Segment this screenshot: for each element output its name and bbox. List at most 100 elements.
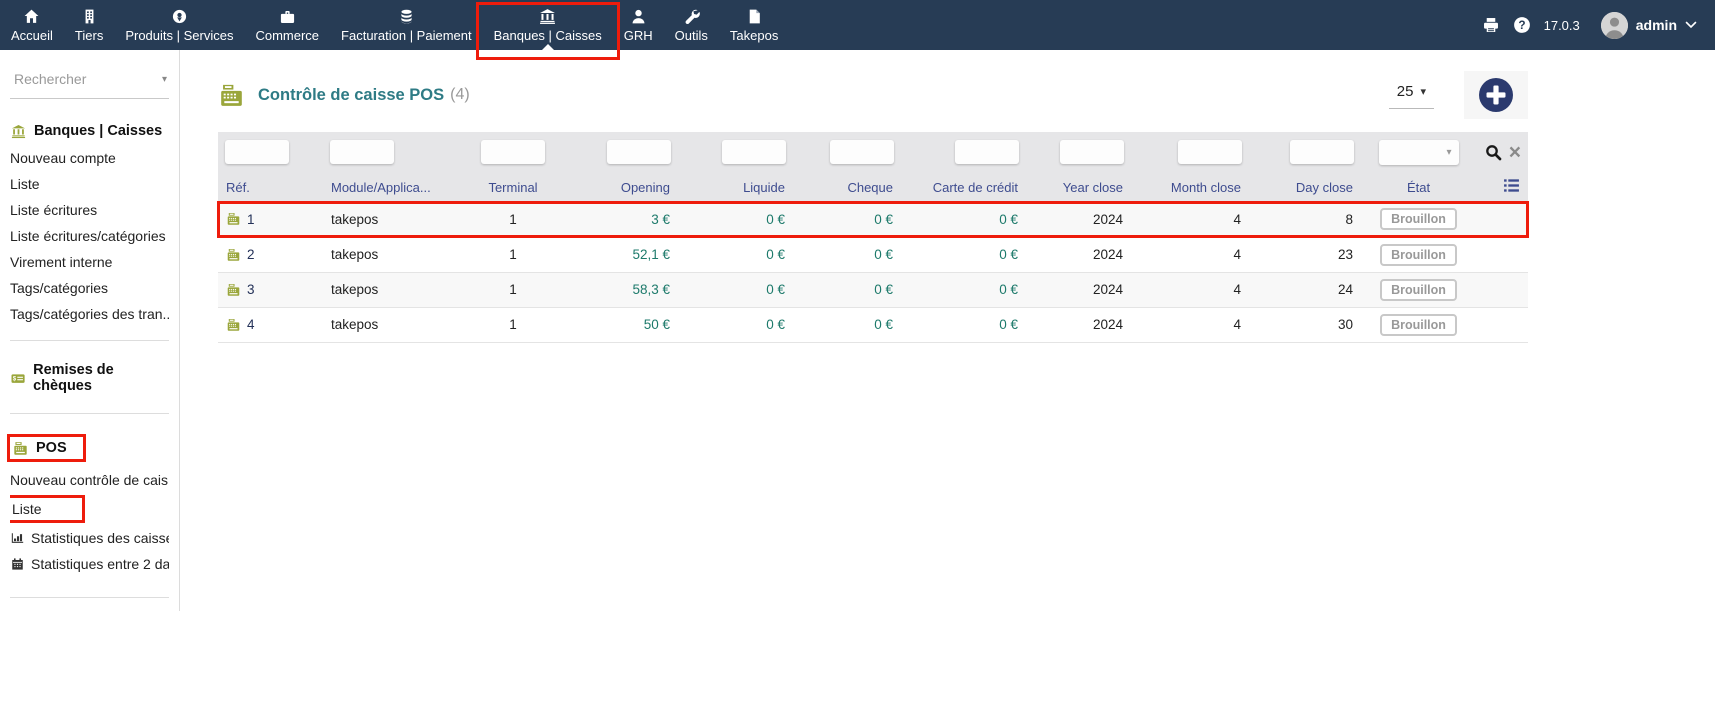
terminal-cell: 1 [463,202,563,237]
sidebar-item-statistiques-des-caisses[interactable]: Statistiques des caisses [10,525,169,551]
table-row[interactable]: 4 takepos 1 50 € 0 € 0 € 0 € 2024 4 30 B… [218,307,1528,342]
sidebar-item-nouveau-compte[interactable]: Nouveau compte [10,145,169,171]
sidebar-section-remises-de-cheques[interactable]: Remises de chèques [10,362,169,394]
nav-item-accueil[interactable]: Accueil [0,0,64,50]
help-icon[interactable] [1513,16,1531,34]
ref-link[interactable]: 2 [247,247,255,262]
sidebar-section-banques-caisses[interactable]: Banques | Caisses [10,123,162,139]
year-close-cell: 2024 [1026,307,1131,342]
sidebar-section-title: Remises de chèques [33,362,169,394]
filter-carte-input[interactable] [955,140,1019,164]
sidebar-item-nouveau-controle-de-caisse[interactable]: Nouveau contrôle de cais... [10,467,169,493]
filter-day-input[interactable] [1290,140,1354,164]
home-icon [22,8,41,25]
sidebar-divider [10,413,169,414]
filter-opening-input[interactable] [607,140,671,164]
add-record-button[interactable] [1464,71,1528,119]
cheque-cell: 0 € [793,307,901,342]
column-header-carte-de-credit[interactable]: Carte de crédit [901,172,1026,202]
sidebar-item-tags-categories-transactions[interactable]: Tags/catégories des tran... [10,301,169,327]
sidebar-divider [10,597,169,598]
nav-item-outils[interactable]: Outils [664,0,719,50]
nav-item-takepos[interactable]: Takepos [719,0,789,50]
sidebar-section-pos[interactable]: POS [10,437,83,459]
column-selector-icon[interactable] [1503,178,1520,193]
liquide-cell: 0 € [678,307,793,342]
chart-icon [10,531,25,545]
nav-item-commerce[interactable]: Commerce [244,0,330,50]
filter-etat-select[interactable]: ▾ [1379,140,1459,165]
terminal-cell: 1 [463,272,563,307]
clear-filters-icon[interactable]: × [1509,144,1521,161]
column-header-ref[interactable]: Réf. [218,172,323,202]
nav-item-facturation-paiement[interactable]: Facturation | Paiement [330,0,483,50]
printer-icon[interactable] [1482,16,1500,34]
search-input[interactable] [12,70,162,88]
sidebar: ▾ Banques | Caisses Nouveau compte Liste… [0,50,180,611]
opening-cell: 52,1 € [563,237,678,272]
ref-link[interactable]: 3 [247,282,255,297]
nav-item-tiers[interactable]: Tiers [64,0,114,50]
sidebar-item-liste-ecritures-categories[interactable]: Liste écritures/catégories [10,223,169,249]
page-size-select[interactable]: 25 ▾ [1389,81,1434,109]
sidebar-item-statistiques-entre-2-dates[interactable]: Statistiques entre 2 da... [10,551,169,577]
bank-icon [10,124,27,139]
carte-cell: 0 € [901,202,1026,237]
sidebar-item-tags-categories[interactable]: Tags/catégories [10,275,169,301]
filter-ref-input[interactable] [225,140,289,164]
nav-item-produits-services[interactable]: Produits | Services [114,0,244,50]
column-header-year-close[interactable]: Year close [1026,172,1131,202]
column-header-etat[interactable]: État [1361,172,1476,202]
nav-item-label: Takepos [730,28,778,43]
ref-link[interactable]: 1 [247,212,255,227]
nav-item-label: Tiers [75,28,103,43]
column-header-cheque[interactable]: Cheque [793,172,901,202]
filter-module-input[interactable] [330,140,394,164]
filter-cheque-input[interactable] [830,140,894,164]
month-close-cell: 4 [1131,237,1249,272]
record-count: (4) [450,86,470,104]
building-icon [80,8,99,25]
column-header-month-close[interactable]: Month close [1131,172,1249,202]
filter-terminal-input[interactable] [481,140,545,164]
ref-link[interactable]: 4 [247,317,255,332]
opening-cell: 58,3 € [563,272,678,307]
sidebar-item-liste-ecritures[interactable]: Liste écritures [10,197,169,223]
column-header-day-close[interactable]: Day close [1249,172,1361,202]
filter-liquide-input[interactable] [722,140,786,164]
column-header-opening[interactable]: Opening [563,172,678,202]
search-icon[interactable] [1485,144,1502,161]
plus-icon [1479,78,1513,112]
nav-right-tools: 17.0.3 admin [1482,0,1715,50]
terminal-cell: 1 [463,307,563,342]
filter-year-input[interactable] [1060,140,1124,164]
sidebar-item-virement-interne[interactable]: Virement interne [10,249,169,275]
sidebar-divider [10,340,169,341]
column-header-liquide[interactable]: Liquide [678,172,793,202]
table-row[interactable]: 2 takepos 1 52,1 € 0 € 0 € 0 € 2024 4 23… [218,237,1528,272]
column-header-terminal[interactable]: Terminal [463,172,563,202]
coins-icon [397,8,416,25]
module-cell: takepos [323,202,463,237]
module-cell: takepos [323,272,463,307]
table-row[interactable]: 1 takepos 1 3 € 0 € 0 € 0 € 2024 4 8 Bro… [218,202,1528,237]
sidebar-item-label: Nouveau contrôle de cais... [10,472,169,488]
sidebar-item-liste-pos[interactable]: Liste [10,493,169,525]
liquide-cell: 0 € [678,237,793,272]
nav-item-grh[interactable]: GRH [613,0,664,50]
cash-register-icon [226,212,241,226]
search-dropdown-caret-icon[interactable]: ▾ [162,74,167,85]
filter-month-input[interactable] [1178,140,1242,164]
nav-item-banques-caisses[interactable]: Banques | Caisses [483,0,613,50]
user-name: admin [1636,17,1677,33]
table-row[interactable]: 3 takepos 1 58,3 € 0 € 0 € 0 € 2024 4 24… [218,272,1528,307]
nav-item-label: GRH [624,28,653,43]
sidebar-item-liste-comptes[interactable]: Liste [10,171,169,197]
column-header-module[interactable]: Module/Applica... [323,172,463,202]
calendar-icon [10,557,25,571]
day-close-cell: 24 [1249,272,1361,307]
sidebar-item-label: Liste écritures [10,202,97,218]
liquide-cell: 0 € [678,202,793,237]
user-menu[interactable]: admin [1601,12,1697,39]
module-cell: takepos [323,237,463,272]
